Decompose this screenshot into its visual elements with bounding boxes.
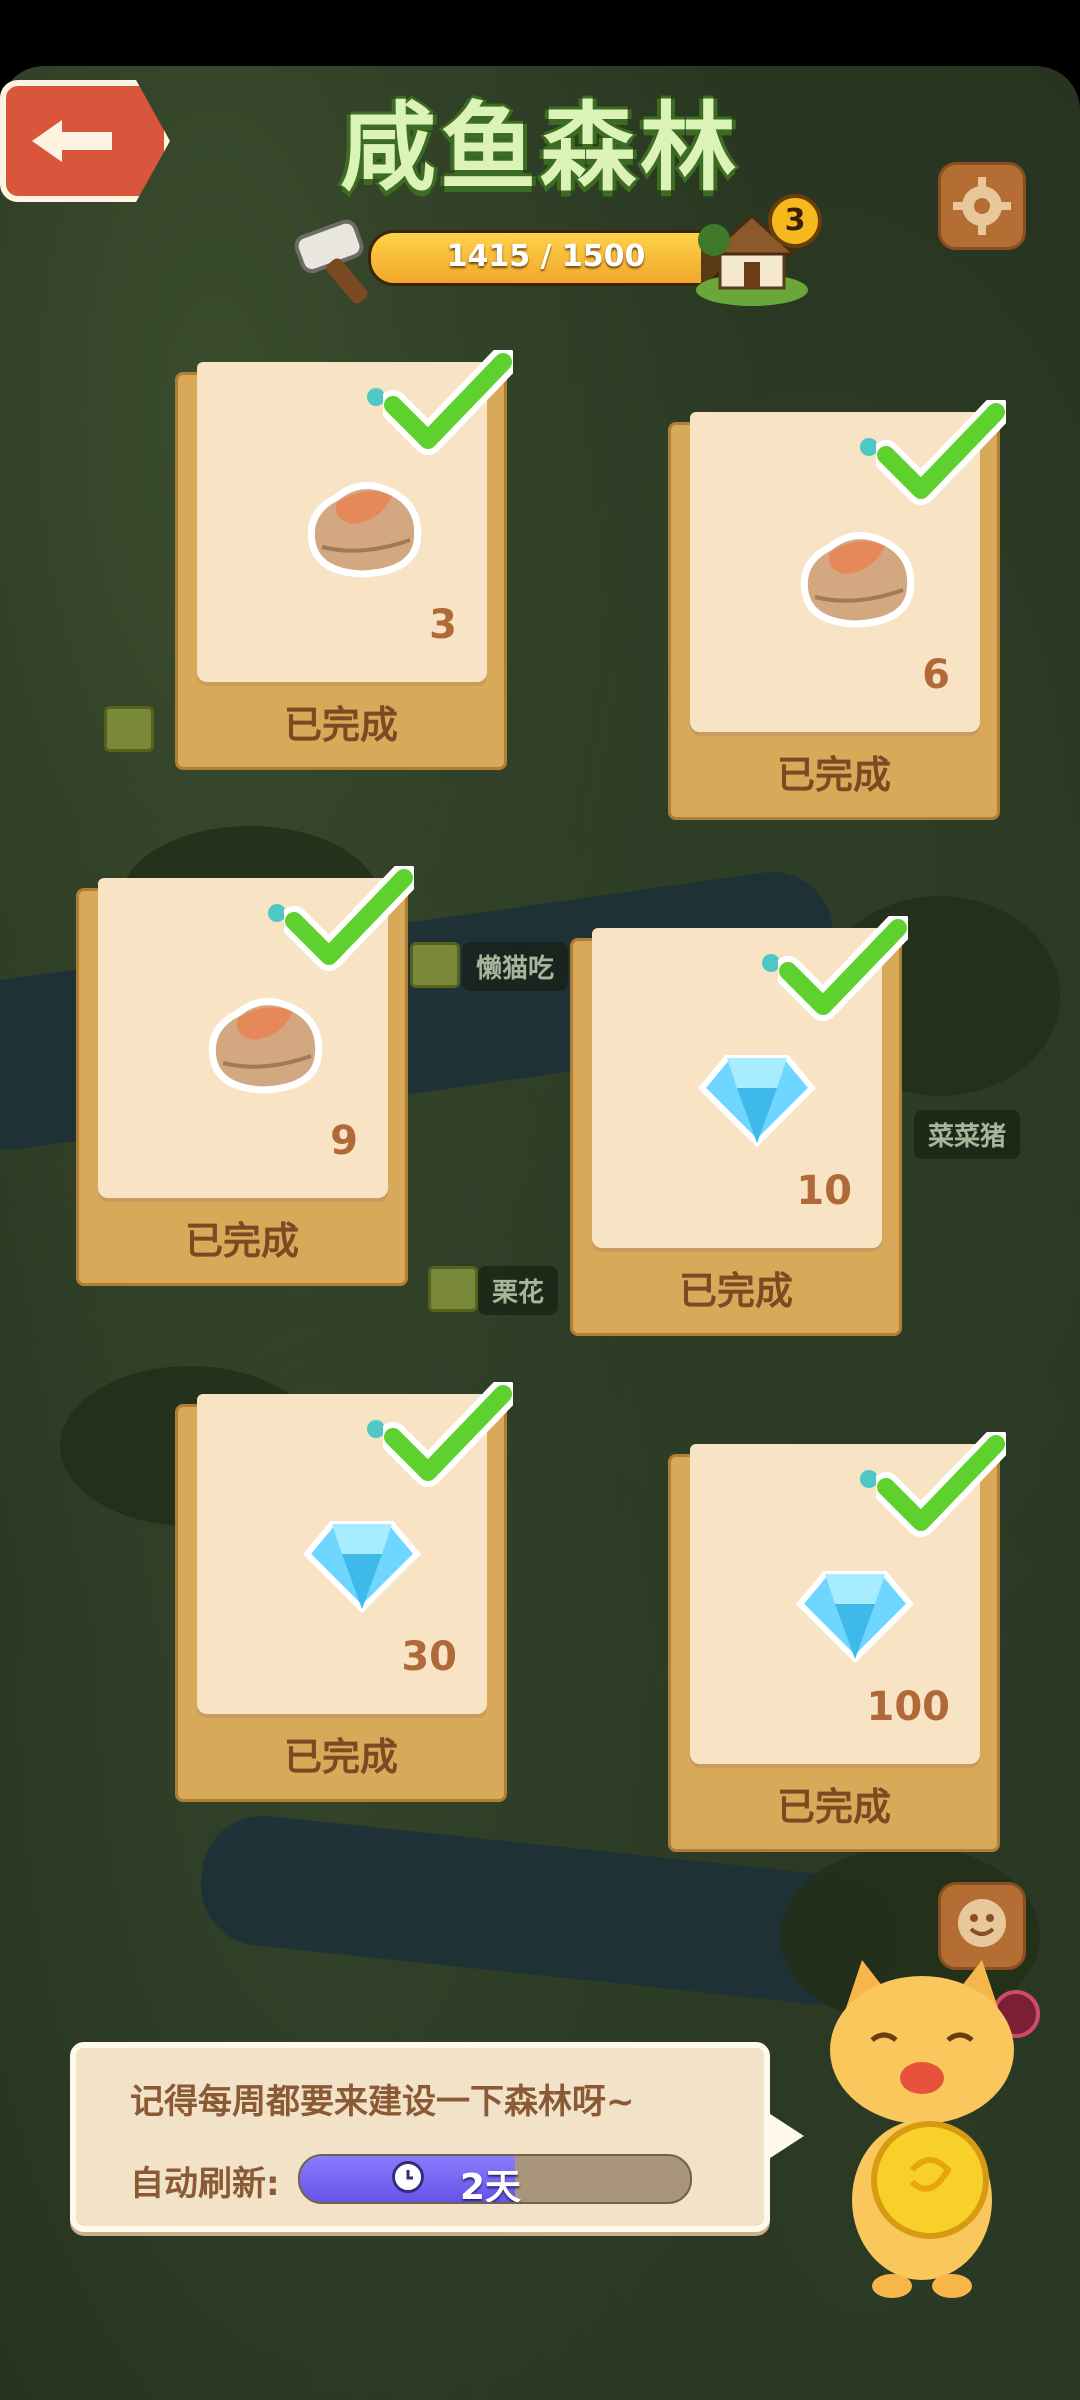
diamond-icon xyxy=(697,1055,817,1148)
smile-chat-icon xyxy=(958,1899,1006,1947)
item-count: 30 xyxy=(401,1634,457,1680)
map-label[interactable]: 菜菜猪 xyxy=(914,1110,1021,1159)
map-label[interactable]: 懒猫吃 xyxy=(462,942,569,991)
item-count: 100 xyxy=(866,1684,951,1730)
checkmark-icon xyxy=(383,350,513,455)
status-label: 已完成 xyxy=(776,753,891,797)
progress-bar: 1415 / 1500 xyxy=(368,230,724,286)
settings-button[interactable] xyxy=(938,162,1026,250)
ore-icon xyxy=(800,532,915,628)
tip-bubble: 记得每周都要来建设一下森林呀~ 自动刷新: 2天 xyxy=(70,2042,770,2232)
item-count: 10 xyxy=(796,1168,852,1214)
status-label: 已完成 xyxy=(776,1785,891,1829)
ore-icon xyxy=(307,482,422,578)
task-card[interactable]: 3 已完成 xyxy=(175,350,513,770)
status-label: 已完成 xyxy=(283,1735,398,1779)
map-marker-icon[interactable] xyxy=(410,942,460,988)
checkmark-icon xyxy=(876,400,1006,505)
build-progress: 1415 / 1500 3 xyxy=(290,194,830,308)
task-card[interactable]: 10 已完成 xyxy=(570,916,908,1336)
refresh-label: 自动刷新: xyxy=(130,2164,280,2204)
item-count: 3 xyxy=(429,602,457,648)
diamond-icon xyxy=(302,1521,422,1614)
status-label: 已完成 xyxy=(678,1269,793,1313)
tip-message: 记得每周都要来建设一下森林呀~ xyxy=(130,2082,635,2122)
task-card[interactable]: 30 已完成 xyxy=(175,1382,513,1802)
house-level-badge: 3 xyxy=(768,194,822,248)
checkmark-icon xyxy=(778,916,908,1021)
task-card[interactable]: 100 已完成 xyxy=(668,1432,1006,1852)
map-label[interactable]: 栗花 xyxy=(478,1266,559,1315)
status-label: 已完成 xyxy=(184,1219,299,1263)
status-label: 已完成 xyxy=(283,703,398,747)
map-marker-icon[interactable] xyxy=(428,1266,478,1312)
item-count: 9 xyxy=(330,1118,358,1164)
bubble-tail xyxy=(764,2110,804,2162)
item-count: 6 xyxy=(922,652,950,698)
checkmark-icon xyxy=(284,866,414,971)
refresh-timer-bar: 2天 xyxy=(298,2154,692,2204)
refresh-remaining: 2天 xyxy=(460,2167,522,2204)
chat-button[interactable] xyxy=(938,1882,1026,1970)
diamond-icon xyxy=(795,1571,915,1664)
task-card[interactable]: 9 已完成 xyxy=(76,866,414,1286)
page-title: 咸鱼森林 xyxy=(340,92,740,204)
clock-icon xyxy=(392,2161,424,2193)
map-marker-icon[interactable] xyxy=(104,706,154,752)
checkmark-icon xyxy=(383,1382,513,1487)
task-card[interactable]: 6 已完成 xyxy=(668,400,1006,820)
checkmark-icon xyxy=(876,1432,1006,1537)
progress-text: 1415 / 1500 xyxy=(446,239,646,274)
cat-mascot xyxy=(830,1960,1014,2298)
ore-icon xyxy=(208,998,323,1094)
gear-icon xyxy=(953,177,1011,235)
